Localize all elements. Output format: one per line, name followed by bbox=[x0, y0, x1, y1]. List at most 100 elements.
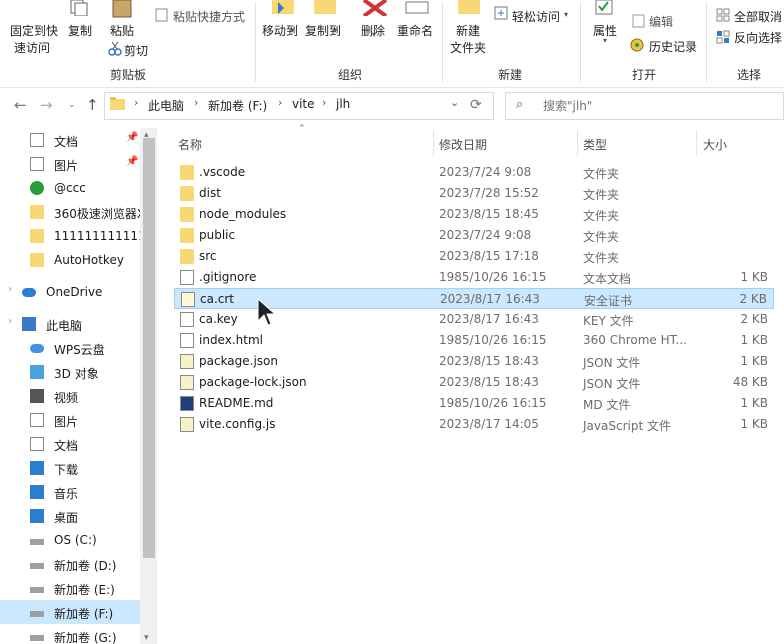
breadcrumb-vite[interactable]: vite bbox=[292, 97, 315, 111]
move-to-chevron-icon[interactable]: ▾ bbox=[290, 26, 294, 35]
file-row[interactable]: node_modules 2023/8/15 18:45 文件夹 bbox=[174, 204, 774, 225]
paste-shortcut-button[interactable]: 粘贴快捷方式 bbox=[173, 8, 245, 25]
select-group-label: 选择 bbox=[737, 68, 762, 82]
column-divider[interactable] bbox=[696, 130, 697, 156]
copy-button[interactable]: 复制 bbox=[68, 22, 92, 39]
file-date: 1985/10/26 16:15 bbox=[439, 396, 547, 410]
sidebar-item[interactable]: 新加卷 (E:) bbox=[0, 576, 140, 600]
json-file-icon bbox=[180, 375, 194, 390]
expand-chevron-icon[interactable]: › bbox=[8, 316, 12, 327]
sidebar-item[interactable]: @ccc bbox=[0, 176, 140, 200]
file-row[interactable]: .gitignore 1985/10/26 16:15 文本文档 1 KB bbox=[174, 267, 774, 288]
breadcrumb-chevron-icon[interactable]: › bbox=[194, 96, 198, 109]
folder-icon bbox=[30, 205, 44, 219]
column-divider[interactable] bbox=[577, 130, 578, 156]
ribbon-separator bbox=[255, 2, 256, 82]
history-button[interactable]: 历史记录 bbox=[649, 38, 697, 55]
search-input[interactable]: 搜索"jlh" bbox=[543, 97, 592, 114]
file-row[interactable]: index.html 1985/10/26 16:15 360 Chrome HT.… bbox=[174, 330, 774, 351]
sidebar-item[interactable]: OneDrive › bbox=[0, 280, 140, 304]
delete-chevron-icon[interactable]: ▾ bbox=[372, 30, 376, 39]
edit-icon bbox=[632, 14, 645, 28]
document-icon bbox=[30, 133, 44, 147]
forward-arrow-icon[interactable]: → bbox=[40, 96, 53, 114]
refresh-icon[interactable]: ⟳ bbox=[470, 97, 482, 113]
sidebar-item[interactable]: 音乐 bbox=[0, 480, 140, 504]
sidebar-item[interactable]: 图片 📌 bbox=[0, 152, 140, 176]
edit-button[interactable]: 编辑 bbox=[649, 13, 673, 30]
breadcrumb-drive-f[interactable]: 新加卷 (F:) bbox=[208, 97, 267, 114]
file-name: node_modules bbox=[199, 207, 287, 221]
file-type: 文件夹 bbox=[583, 251, 620, 265]
folder-icon bbox=[180, 228, 194, 243]
breadcrumb-chevron-icon[interactable]: › bbox=[278, 96, 282, 109]
file-type: 文件夹 bbox=[583, 209, 620, 223]
sidebar-item[interactable]: WPS云盘 bbox=[0, 336, 140, 360]
file-row[interactable]: package-lock.json 2023/8/15 18:43 JSON 文件 4… bbox=[174, 372, 774, 393]
computer-icon bbox=[22, 317, 36, 331]
breadcrumb-chevron-icon[interactable]: › bbox=[134, 96, 138, 109]
expand-chevron-icon[interactable]: › bbox=[8, 284, 12, 295]
pin-quick-access-button[interactable]: 固定到快 bbox=[10, 22, 58, 39]
paste-button[interactable]: 粘贴 bbox=[110, 22, 134, 39]
breadcrumb-chevron-icon[interactable]: › bbox=[322, 96, 326, 109]
sidebar-item[interactable]: 文档 bbox=[0, 432, 140, 456]
folder-icon bbox=[30, 253, 44, 267]
ribbon-separator bbox=[580, 2, 581, 82]
up-arrow-icon[interactable]: ↑ bbox=[86, 96, 99, 114]
sidebar-item[interactable]: 3D 对象 bbox=[0, 360, 140, 384]
rename-button[interactable]: 重命名 bbox=[397, 22, 433, 39]
file-row[interactable]: dist 2023/7/28 15:52 文件夹 bbox=[174, 183, 774, 204]
file-row[interactable]: vite.config.js 2023/8/17 14:05 JavaScript … bbox=[174, 414, 774, 435]
sidebar-item[interactable]: 图片 bbox=[0, 408, 140, 432]
pin-icon: 📌 bbox=[126, 132, 139, 143]
file-row[interactable]: README.md 1985/10/26 16:15 MD 文件 1 KB bbox=[174, 393, 774, 414]
file-date: 2023/8/15 18:43 bbox=[439, 375, 539, 389]
scroll-up-arrow-icon[interactable]: ▴ bbox=[144, 130, 149, 140]
file-size: 2 KB bbox=[739, 292, 767, 306]
sidebar-item[interactable]: OS (C:) bbox=[0, 528, 140, 552]
drive-icon bbox=[30, 635, 44, 641]
easy-access-chevron-icon[interactable]: ▾ bbox=[564, 10, 568, 19]
address-dropdown-icon[interactable]: ⌄ bbox=[450, 96, 459, 109]
file-row[interactable]: src 2023/8/15 17:18 文件夹 bbox=[174, 246, 774, 267]
sidebar-item[interactable]: AutoHotkey bbox=[0, 248, 140, 272]
sidebar-item[interactable]: 文档 📌 bbox=[0, 128, 140, 152]
back-arrow-icon[interactable]: ← bbox=[14, 96, 27, 114]
sidebar-item[interactable]: 新加卷 (D:) bbox=[0, 552, 140, 576]
column-divider[interactable] bbox=[433, 130, 434, 156]
sidebar-item[interactable]: 下载 bbox=[0, 456, 140, 480]
select-none-button[interactable]: 全部取消 bbox=[734, 8, 782, 25]
drive-icon bbox=[30, 611, 44, 617]
column-header-size[interactable]: 大小 bbox=[703, 128, 727, 156]
file-name: src bbox=[199, 249, 217, 263]
column-header-date[interactable]: 修改日期 bbox=[439, 128, 487, 156]
sidebar-item[interactable]: 此电脑 › bbox=[0, 312, 140, 336]
copy-to-chevron-icon[interactable]: ▾ bbox=[333, 26, 337, 35]
column-header-name[interactable]: 名称 bbox=[178, 128, 202, 156]
file-row[interactable]: package.json 2023/8/15 18:43 JSON 文件 1 KB bbox=[174, 351, 774, 372]
easy-access-button[interactable]: 轻松访问 bbox=[512, 8, 560, 25]
sidebar-item[interactable]: 111111111111111 bbox=[0, 224, 140, 248]
scroll-down-arrow-icon[interactable]: ▾ bbox=[144, 633, 149, 643]
file-row[interactable]: .vscode 2023/7/24 9:08 文件夹 bbox=[174, 162, 774, 183]
invert-selection-button[interactable]: 反向选择 bbox=[734, 29, 782, 46]
file-name: vite.config.js bbox=[199, 417, 276, 431]
sidebar-item[interactable]: 360极速浏览器X bbox=[0, 200, 140, 224]
sidebar-item[interactable]: 桌面 bbox=[0, 504, 140, 528]
breadcrumb-jlh[interactable]: jlh bbox=[336, 97, 350, 111]
file-type: 文件夹 bbox=[583, 230, 620, 244]
properties-chevron-icon[interactable]: ▾ bbox=[603, 36, 607, 45]
breadcrumb-this-pc[interactable]: 此电脑 bbox=[148, 97, 184, 114]
recent-locations-chevron-icon[interactable]: ⌄ bbox=[68, 100, 76, 110]
sidebar-item[interactable]: 视频 bbox=[0, 384, 140, 408]
sidebar-item[interactable]: 新加卷 (F:) bbox=[0, 600, 140, 624]
new-folder-button[interactable]: 新建 bbox=[456, 22, 480, 39]
sidebar-item[interactable]: 新加卷 (G:) bbox=[0, 624, 140, 644]
cut-button[interactable]: 剪切 bbox=[124, 42, 148, 59]
file-row[interactable]: public 2023/7/24 9:08 文件夹 bbox=[174, 225, 774, 246]
picture-icon bbox=[30, 413, 44, 427]
column-header-type[interactable]: 类型 bbox=[583, 128, 607, 156]
sidebar-scrollbar-thumb[interactable] bbox=[143, 138, 155, 558]
download-icon bbox=[30, 461, 44, 475]
